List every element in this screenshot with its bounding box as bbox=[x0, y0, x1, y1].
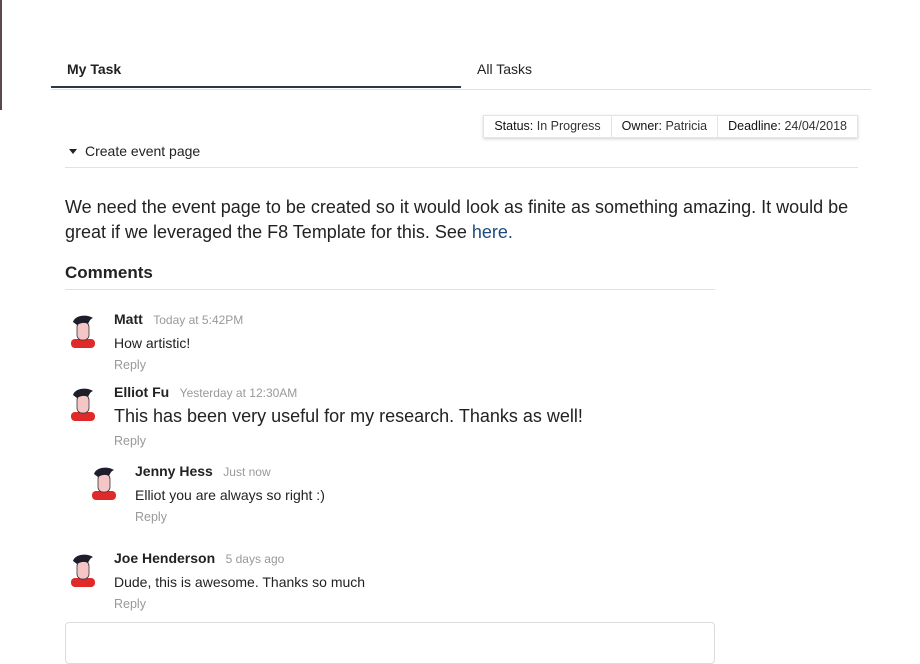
description-text: We need the event page to be created so … bbox=[65, 197, 849, 242]
comment-content: Elliot Fu Yesterday at 12:30AM This has … bbox=[114, 384, 583, 448]
reply-link[interactable]: Reply bbox=[114, 358, 243, 372]
avatar bbox=[65, 386, 100, 421]
task-accordion-title[interactable]: Create event page bbox=[65, 141, 858, 168]
comment-date: Just now bbox=[223, 465, 271, 479]
deadline-badge: Deadline: 24/04/2018 bbox=[718, 116, 857, 137]
reply-link[interactable]: Reply bbox=[114, 434, 583, 448]
owner-label: Owner: bbox=[621, 119, 662, 133]
avatar bbox=[65, 552, 100, 587]
comment-text: This has been very useful for my researc… bbox=[114, 406, 583, 426]
comment-text: Elliot you are always so right :) bbox=[135, 487, 325, 503]
window-edge bbox=[0, 0, 2, 110]
comment-author[interactable]: Joe Henderson bbox=[114, 550, 215, 566]
comment-content: Jenny Hess Just now Elliot you are alway… bbox=[135, 463, 325, 524]
tab-all-tasks[interactable]: All Tasks bbox=[477, 50, 871, 88]
caret-down-icon bbox=[69, 148, 77, 154]
status-value: In Progress bbox=[536, 119, 601, 133]
comment-date: Today at 5:42PM bbox=[153, 313, 244, 327]
comment-text: Dude, this is awesome. Thanks so much bbox=[114, 574, 366, 590]
reply-textarea[interactable] bbox=[65, 622, 715, 664]
tab-bar: My Task All Tasks bbox=[51, 50, 871, 90]
comment-content: Joe Henderson 5 days ago Dude, this is a… bbox=[114, 550, 365, 611]
avatar bbox=[86, 465, 121, 500]
reply-link[interactable]: Reply bbox=[135, 510, 325, 524]
owner-value: Patricia bbox=[665, 119, 708, 133]
avatar bbox=[65, 313, 100, 348]
comment-date: Yesterday at 12:30AM bbox=[179, 386, 298, 400]
deadline-value: 24/04/2018 bbox=[784, 119, 847, 133]
comment-content: Matt Today at 5:42PM How artistic! Reply bbox=[114, 311, 243, 372]
comment-author[interactable]: Elliot Fu bbox=[114, 384, 169, 400]
owner-badge: Owner: Patricia bbox=[611, 116, 719, 137]
task-title: Create event page bbox=[85, 143, 201, 159]
status-label: Status: bbox=[494, 119, 534, 133]
reply-link[interactable]: Reply bbox=[114, 597, 365, 611]
comment-text: How artistic! bbox=[114, 335, 191, 351]
task-meta: Status: In Progress Owner: Patricia Dead… bbox=[483, 115, 858, 138]
status-badge: Status: In Progress bbox=[484, 116, 612, 137]
comment-date: 5 days ago bbox=[225, 552, 285, 566]
comments-header: Comments bbox=[65, 263, 715, 290]
task-description: We need the event page to be created so … bbox=[65, 195, 855, 245]
tab-my-task[interactable]: My Task bbox=[51, 50, 461, 88]
description-link[interactable]: here. bbox=[472, 222, 513, 242]
deadline-label: Deadline: bbox=[728, 119, 781, 133]
comment-author[interactable]: Jenny Hess bbox=[135, 463, 213, 479]
comment-author[interactable]: Matt bbox=[114, 311, 143, 327]
